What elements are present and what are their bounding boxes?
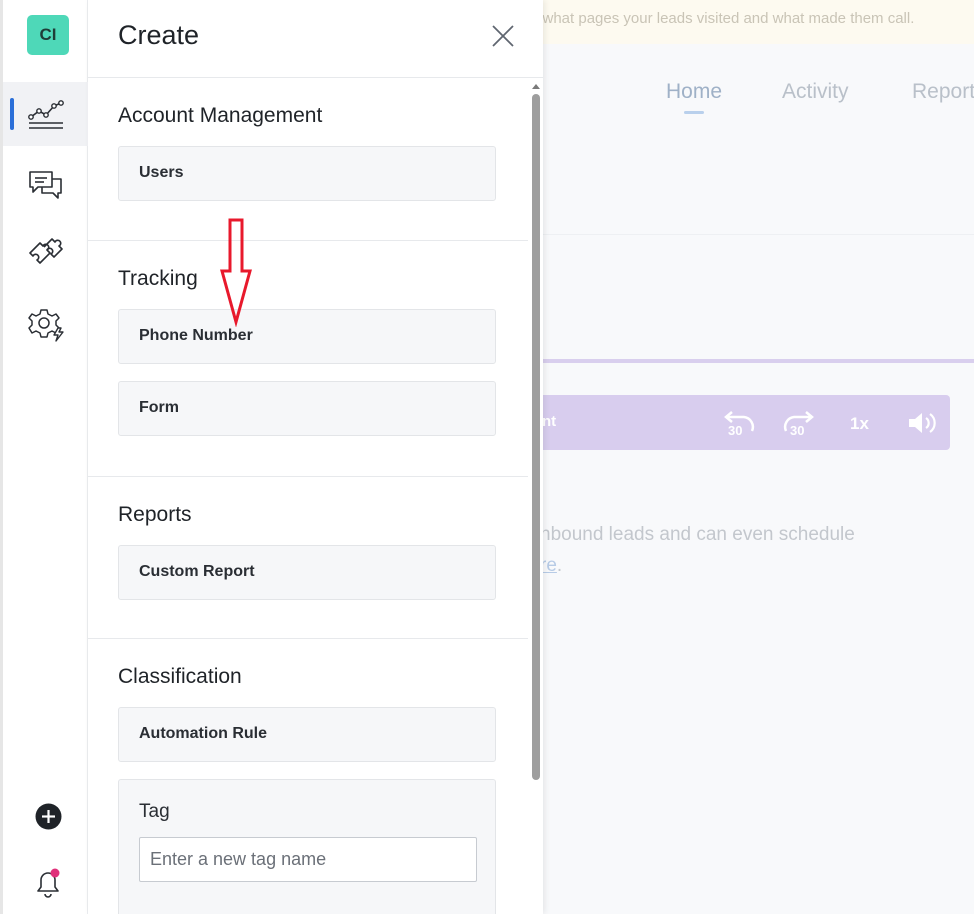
scroll-thumb[interactable] bbox=[532, 94, 540, 780]
player-label: nt bbox=[542, 413, 557, 430]
tag-card: Tag bbox=[118, 779, 496, 914]
settings-icon bbox=[27, 309, 64, 342]
panel-header: Create bbox=[88, 0, 543, 78]
add-button[interactable] bbox=[35, 803, 62, 830]
section-tracking: Tracking Phone Number Form bbox=[88, 241, 528, 477]
rewind-seconds: 30 bbox=[728, 423, 743, 438]
banner-text: g what pages your leads visited and what… bbox=[530, 10, 915, 27]
scroll-up-arrow-icon[interactable] bbox=[532, 84, 540, 89]
sidebar-rail: CI bbox=[0, 0, 88, 914]
section-title: Account Management bbox=[118, 104, 323, 127]
description-text-2: re. bbox=[540, 555, 562, 577]
panel-body: Account Management Users Tracking Phone … bbox=[88, 78, 528, 914]
create-phone-number-button[interactable]: Phone Number bbox=[118, 309, 496, 364]
create-panel: Create Account Management Users Tracking… bbox=[88, 0, 543, 914]
add-circle-icon bbox=[35, 803, 62, 830]
sidebar-item-settings[interactable] bbox=[3, 293, 88, 357]
notification-dot bbox=[50, 868, 60, 878]
item-label: Automation Rule bbox=[139, 725, 267, 742]
down-arrow-icon bbox=[220, 218, 252, 327]
forward-seconds: 30 bbox=[790, 423, 805, 438]
section-title: Reports bbox=[118, 503, 192, 526]
item-label: Custom Report bbox=[139, 563, 255, 580]
sidebar-item-integrations[interactable] bbox=[3, 222, 88, 286]
sidebar-item-analytics[interactable] bbox=[3, 82, 88, 146]
tag-name-input[interactable] bbox=[139, 837, 477, 882]
account-avatar[interactable]: CI bbox=[27, 15, 69, 55]
panel-title: Create bbox=[118, 20, 200, 50]
speed-button[interactable]: 1x bbox=[850, 414, 869, 434]
section-title: Tracking bbox=[118, 267, 198, 290]
section-account-management: Account Management Users bbox=[88, 78, 528, 241]
tab-home[interactable]: Home bbox=[666, 80, 722, 114]
analytics-icon bbox=[27, 100, 64, 129]
integrations-icon bbox=[28, 238, 63, 264]
tab-report[interactable]: Report bbox=[912, 80, 974, 104]
item-label: Form bbox=[139, 399, 179, 416]
panel-scrollbar[interactable] bbox=[529, 78, 543, 914]
item-label: Phone Number bbox=[139, 327, 253, 344]
volume-button[interactable] bbox=[906, 409, 936, 442]
description-text: nbound leads and can even schedule bbox=[540, 524, 855, 545]
volume-icon bbox=[909, 413, 936, 433]
item-label: Users bbox=[139, 164, 184, 181]
create-form-button[interactable]: Form bbox=[118, 381, 496, 436]
create-users-button[interactable]: Users bbox=[118, 146, 496, 201]
tab-activity[interactable]: Activity bbox=[782, 80, 849, 104]
conversations-icon bbox=[28, 171, 62, 199]
audio-player: nt 30 30 1x bbox=[520, 395, 950, 450]
divider bbox=[540, 234, 974, 235]
close-button[interactable] bbox=[490, 23, 516, 49]
progress-line bbox=[540, 359, 974, 363]
sidebar-item-conversations[interactable] bbox=[3, 153, 88, 217]
section-title: Classification bbox=[118, 665, 242, 688]
tag-title: Tag bbox=[139, 801, 170, 822]
create-custom-report-button[interactable]: Custom Report bbox=[118, 545, 496, 600]
bell-icon bbox=[37, 868, 60, 898]
description-end: . bbox=[556, 555, 563, 576]
close-icon bbox=[492, 25, 514, 47]
create-automation-rule-button[interactable]: Automation Rule bbox=[118, 707, 496, 762]
section-reports: Reports Custom Report bbox=[88, 477, 528, 639]
notifications-button[interactable] bbox=[33, 868, 63, 900]
